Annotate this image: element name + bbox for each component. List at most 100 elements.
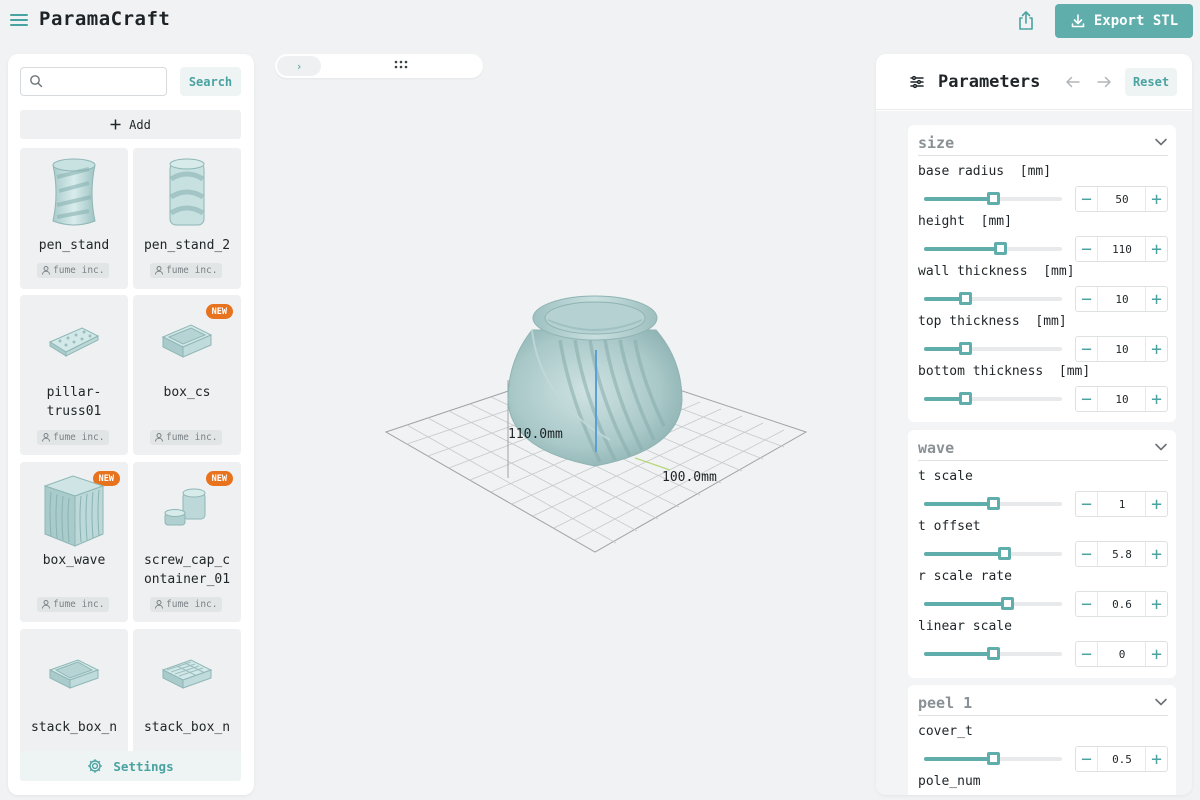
export-stl-button[interactable]: Export STL [1055,4,1193,38]
share-icon[interactable] [1014,9,1038,33]
parameter-slider[interactable] [924,646,1062,662]
search-icon [30,75,43,88]
decrement-button[interactable]: − [1076,187,1098,211]
parameter-value-input[interactable] [1099,287,1145,311]
increment-button[interactable]: + [1145,187,1167,211]
slider-knob[interactable] [987,192,1000,205]
model-name: pillar- truss01 [46,385,102,419]
increment-button[interactable]: + [1145,492,1167,516]
parameter-slider[interactable] [924,546,1062,562]
slider-knob[interactable] [998,547,1012,560]
model-card-pillar-truss01[interactable]: pillar- truss01 fume inc. [20,295,128,455]
redo-button[interactable] [1091,68,1117,96]
parameters-title: Parameters [938,72,1041,92]
model-card-pen-stand-2[interactable]: pen_stand_2 fume inc. [133,148,241,289]
slider-knob[interactable] [987,752,1000,765]
increment-button[interactable]: + [1145,642,1167,666]
parameter-slider[interactable] [924,751,1062,767]
parameter-slider[interactable] [924,291,1062,307]
parameter-slider[interactable] [924,341,1062,357]
model-library-panel: Search Add pen_stand fume inc. pen_stand… [8,54,254,795]
parameter-stepper[interactable]: −+ [1075,541,1168,567]
model-card-stack-box-2[interactable]: stack_box_n [133,629,241,759]
parameter-stepper[interactable]: −+ [1075,386,1168,412]
parameter-slider[interactable] [924,241,1062,257]
model-card-stack-box-1[interactable]: stack_box_n [20,629,128,759]
increment-button[interactable]: + [1145,237,1167,261]
parameter-value-input[interactable] [1099,387,1145,411]
3d-viewport[interactable] [270,200,870,760]
slider-knob[interactable] [959,342,973,355]
group-title: wave [918,439,955,457]
settings-button[interactable]: Settings [20,751,241,781]
parameter-value-input[interactable] [1099,237,1145,261]
model-card-screw-cap-container[interactable]: NEW screw_cap_c ontainer_01 fume inc. [133,462,241,622]
increment-button[interactable]: + [1145,747,1167,771]
parameter-slider[interactable] [924,596,1062,612]
parameter-value-input[interactable] [1099,642,1145,666]
add-label: Add [129,117,151,132]
menu-icon[interactable] [10,11,28,29]
decrement-button[interactable]: − [1076,237,1098,261]
parameter-stepper[interactable]: −+ [1075,641,1168,667]
user-icon [155,433,163,442]
parameter-label: bottom thickness [mm] [918,364,1091,379]
gear-icon [88,759,103,773]
increment-button[interactable]: + [1145,592,1167,616]
search-button[interactable]: Search [180,67,241,96]
slider-knob[interactable] [1000,597,1014,610]
parameter-value-input[interactable] [1099,187,1145,211]
slider-knob[interactable] [987,647,1000,660]
increment-button[interactable]: + [1145,287,1167,311]
decrement-button[interactable]: − [1076,592,1098,616]
increment-button[interactable]: + [1145,542,1167,566]
model-thumbnail [133,462,241,552]
parameter-stepper[interactable]: −+ [1075,591,1168,617]
model-thumbnail [20,462,128,558]
parameter-slider[interactable] [924,496,1062,512]
slider-knob[interactable] [959,392,973,405]
model-card-box-cs[interactable]: NEW box_cs fume inc. [133,295,241,455]
undo-button[interactable] [1060,68,1086,96]
parameter-value-input[interactable] [1099,747,1145,771]
group-header[interactable]: peel 1 [918,694,1168,716]
decrement-button[interactable]: − [1076,642,1098,666]
parameters-panel: Parameters Reset sizebase radius [mm]−+h… [876,54,1192,795]
parameter-slider[interactable] [924,191,1062,207]
decrement-button[interactable]: − [1076,492,1098,516]
parameter-value-input[interactable] [1099,337,1145,361]
model-card-pen-stand[interactable]: pen_stand fume inc. [20,148,128,289]
parameter-slider[interactable] [924,391,1062,407]
increment-button[interactable]: + [1145,387,1167,411]
group-header[interactable]: size [918,134,1168,156]
model-card-box-wave[interactable]: NEW box_wave fume inc. [20,462,128,622]
slider-knob[interactable] [959,292,973,305]
slider-fill [924,502,993,506]
parameter-stepper[interactable]: −+ [1075,286,1168,312]
increment-button[interactable]: + [1145,337,1167,361]
decrement-button[interactable]: − [1076,337,1098,361]
parameter-stepper[interactable]: −+ [1075,186,1168,212]
slider-knob[interactable] [987,497,1000,510]
parameter-stepper[interactable]: −+ [1075,491,1168,517]
grip-icon[interactable] [393,58,409,72]
parameter-stepper[interactable]: −+ [1075,236,1168,262]
chevron-right-icon[interactable]: › [277,56,321,76]
parameter-value-input[interactable] [1099,542,1145,566]
decrement-button[interactable]: − [1076,387,1098,411]
reset-button[interactable]: Reset [1125,68,1177,96]
parameter-value-input[interactable] [1099,592,1145,616]
slider-knob[interactable] [993,242,1007,255]
parameter-stepper[interactable]: −+ [1075,336,1168,362]
group-header[interactable]: wave [918,439,1168,461]
parameter-value-input[interactable] [1099,492,1145,516]
parameters-list[interactable]: sizebase radius [mm]−+height [mm]−+wall … [876,111,1192,795]
decrement-button[interactable]: − [1076,287,1098,311]
search-input[interactable] [47,72,162,92]
width-dimension-label: 100.0mm [662,470,717,485]
decrement-button[interactable]: − [1076,747,1098,771]
parameter-group: sizebase radius [mm]−+height [mm]−+wall … [908,125,1176,422]
add-button[interactable]: Add [20,110,241,139]
parameter-stepper[interactable]: −+ [1075,746,1168,772]
decrement-button[interactable]: − [1076,542,1098,566]
